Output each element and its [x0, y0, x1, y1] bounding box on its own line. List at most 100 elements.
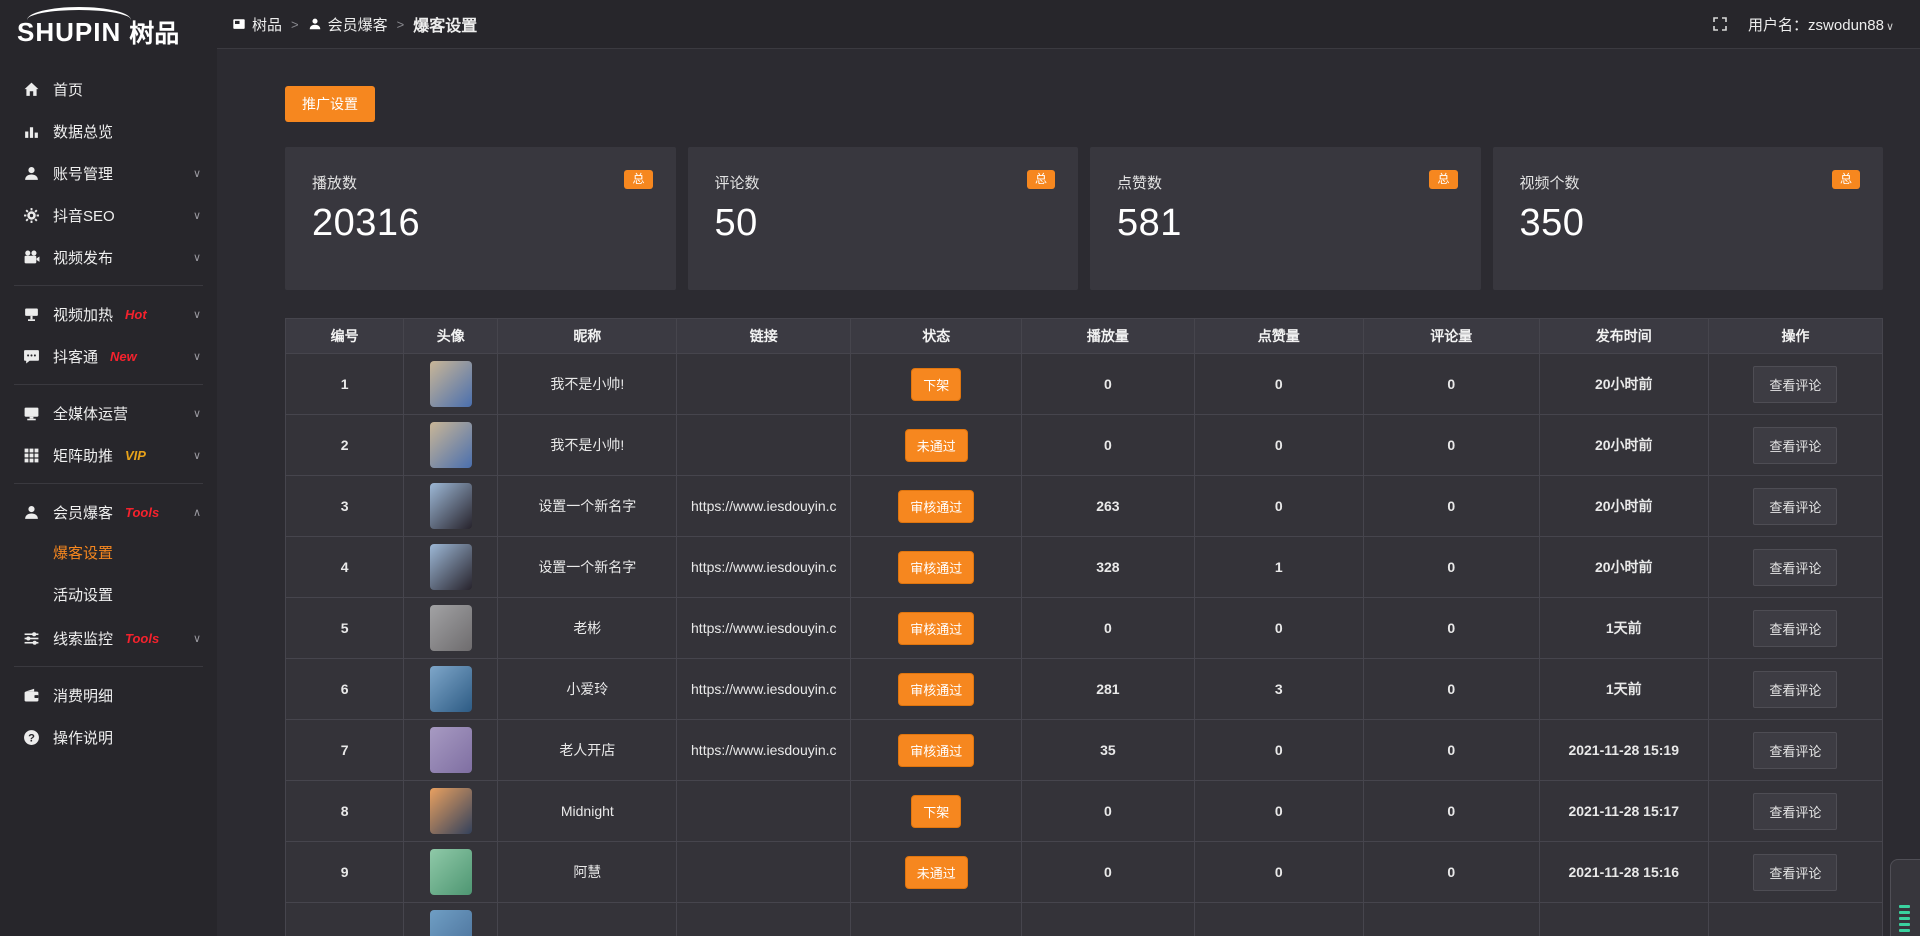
avatar [430, 544, 472, 590]
cell-likes: 0 [1194, 842, 1363, 903]
cell-likes: 0 [1194, 598, 1363, 659]
view-comments-button[interactable]: 查看评论 [1753, 427, 1837, 464]
sidebar-item-chat[interactable]: 抖客通New∨ [0, 335, 217, 377]
cell-comments: 0 [1363, 354, 1539, 415]
cell-link[interactable]: https://www.iesdouyin.c [677, 537, 851, 598]
stat-card-value: 20316 [312, 202, 649, 245]
column-header: 点赞量 [1194, 319, 1363, 354]
member-icon [23, 504, 40, 521]
sidebar-item-badge: Hot [125, 307, 147, 322]
status-button[interactable]: 下架 [911, 795, 961, 828]
column-header: 昵称 [498, 319, 677, 354]
sidebar-item-grid[interactable]: 矩阵助推VIP∨ [0, 434, 217, 476]
chat-icon [23, 348, 40, 365]
status-button[interactable]: 审核通过 [898, 734, 974, 767]
cell-action: 查看评论 [1708, 537, 1882, 598]
cell-number: 6 [286, 659, 404, 720]
cell-status: 下架 [851, 354, 1022, 415]
cell-nickname [498, 903, 677, 936]
status-button[interactable]: 审核通过 [898, 612, 974, 645]
view-comments-button[interactable]: 查看评论 [1753, 549, 1837, 586]
sidebar-item-heater[interactable]: 视频加热Hot∨ [0, 293, 217, 335]
table-row: 4设置一个新名字https://www.iesdouyin.c审核通过32810… [286, 537, 1883, 598]
cell-nickname: 老人开店 [498, 720, 677, 781]
cell-link[interactable]: https://www.iesdouyin.c [677, 720, 851, 781]
topbar: 树品>会员爆客>爆客设置 用户名：zswodun88∨ [217, 0, 1920, 49]
sidebar-item-gear[interactable]: 抖音SEO∨ [0, 194, 217, 236]
cell-action: 查看评论 [1708, 415, 1882, 476]
cell-likes: 0 [1194, 354, 1363, 415]
breadcrumb-separator: > [397, 17, 405, 32]
cell-link[interactable]: https://www.iesdouyin.c [677, 476, 851, 537]
cell-comments: 0 [1363, 476, 1539, 537]
sidebar-item-badge: Tools [125, 631, 159, 646]
cell-publish-time [1539, 903, 1708, 936]
username-label: 用户名： [1748, 17, 1808, 34]
cell-avatar [404, 537, 498, 598]
view-comments-button[interactable]: 查看评论 [1753, 488, 1837, 525]
table-row: 8Midnight下架0002021-11-28 15:17查看评论 [286, 781, 1883, 842]
sidebar-item-label: 线索监控 [53, 628, 113, 649]
sidebar-item-question[interactable]: ?操作说明 [0, 716, 217, 758]
status-button[interactable]: 审核通过 [898, 551, 974, 584]
sidebar-item-wallet[interactable]: 消费明细 [0, 674, 217, 716]
sidebar-item-label: 矩阵助推 [53, 445, 113, 466]
sidebar-item-chart[interactable]: 数据总览 [0, 110, 217, 152]
cell-action: 查看评论 [1708, 354, 1882, 415]
total-badge: 总 [1429, 170, 1457, 189]
sidebar-item-badge: VIP [125, 448, 146, 463]
sidebar: SHUPIN 树品 首页数据总览账号管理∨抖音SEO∨视频发布∨ 视频加热Hot∨… [0, 0, 217, 936]
cell-link[interactable]: https://www.iesdouyin.c [677, 598, 851, 659]
cell-status: 下架 [851, 781, 1022, 842]
sidebar-subitem[interactable]: 活动设置 [0, 575, 217, 617]
status-button[interactable]: 审核通过 [898, 673, 974, 706]
cell-likes: 0 [1194, 476, 1363, 537]
cell-link [677, 415, 851, 476]
sidebar-item-video[interactable]: 视频发布∨ [0, 236, 217, 278]
cell-publish-time: 1天前 [1539, 659, 1708, 720]
sidebar-item-sliders[interactable]: 线索监控Tools∨ [0, 617, 217, 659]
column-header: 发布时间 [1539, 319, 1708, 354]
sidebar-item-badge: New [110, 349, 137, 364]
cell-comments: 0 [1363, 842, 1539, 903]
view-comments-button[interactable]: 查看评论 [1753, 793, 1837, 830]
sidebar-item-user[interactable]: 账号管理∨ [0, 152, 217, 194]
table-row: 5老彬https://www.iesdouyin.c审核通过0001天前查看评论 [286, 598, 1883, 659]
user-menu[interactable]: 用户名：zswodun88∨ [1748, 14, 1894, 35]
cell-avatar [404, 415, 498, 476]
cell-link [677, 781, 851, 842]
sidebar-item-screen[interactable]: 全媒体运营∨ [0, 392, 217, 434]
avatar [430, 849, 472, 895]
cell-plays [1022, 903, 1194, 936]
view-comments-button[interactable]: 查看评论 [1753, 366, 1837, 403]
gear-icon [23, 207, 40, 224]
view-comments-button[interactable]: 查看评论 [1753, 854, 1837, 891]
fullscreen-icon[interactable] [1712, 16, 1728, 32]
avatar [430, 361, 472, 407]
cell-number: 3 [286, 476, 404, 537]
cell-link[interactable]: https://www.iesdouyin.c [677, 659, 851, 720]
floating-widget[interactable] [1890, 859, 1920, 936]
avatar [430, 910, 472, 936]
cell-comments: 0 [1363, 598, 1539, 659]
cell-plays: 35 [1022, 720, 1194, 781]
promo-settings-button[interactable]: 推广设置 [285, 86, 375, 122]
column-header: 操作 [1708, 319, 1882, 354]
cell-avatar [404, 903, 498, 936]
view-comments-button[interactable]: 查看评论 [1753, 610, 1837, 647]
view-comments-button[interactable]: 查看评论 [1753, 732, 1837, 769]
status-button[interactable]: 未通过 [905, 429, 968, 462]
chart-icon [23, 123, 40, 140]
sidebar-item-member[interactable]: 会员爆客Tools∧ [0, 491, 217, 533]
status-button[interactable]: 审核通过 [898, 490, 974, 523]
sidebar-subitem-active[interactable]: 爆客设置 [0, 533, 217, 575]
breadcrumb-item[interactable]: 会员爆客 [308, 14, 388, 35]
brand-logo[interactable]: SHUPIN 树品 [0, 0, 217, 56]
status-button[interactable]: 未通过 [905, 856, 968, 889]
stat-card: 播放数20316总 [285, 147, 676, 290]
status-button[interactable]: 下架 [911, 368, 961, 401]
cell-avatar [404, 781, 498, 842]
sidebar-item-home[interactable]: 首页 [0, 68, 217, 110]
view-comments-button[interactable]: 查看评论 [1753, 671, 1837, 708]
breadcrumb-item[interactable]: 树品 [232, 14, 282, 35]
